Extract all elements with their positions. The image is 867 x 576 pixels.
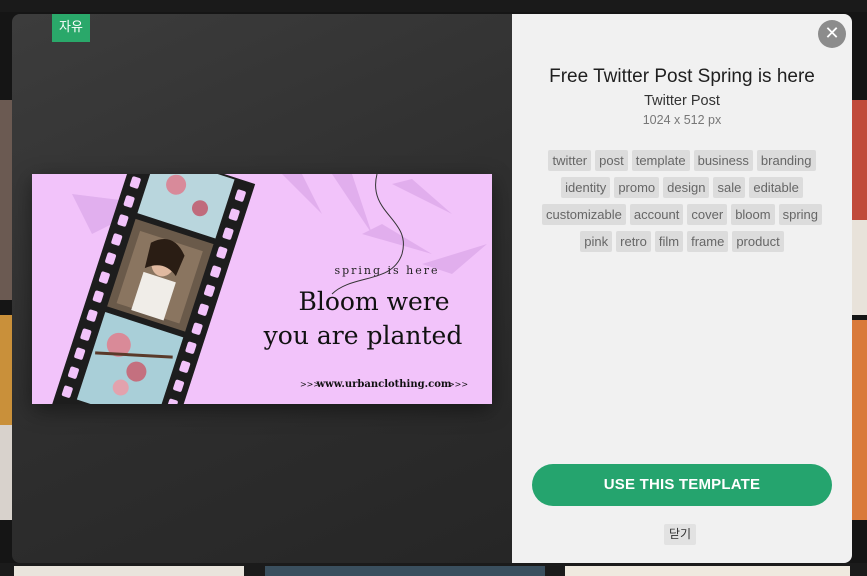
background-tile	[852, 220, 867, 315]
template-title: Free Twitter Post Spring is here	[549, 66, 815, 87]
tag[interactable]: spring	[778, 204, 823, 225]
background-header	[0, 0, 867, 12]
background-tile	[265, 566, 545, 576]
tag[interactable]: sale	[713, 177, 746, 198]
tag[interactable]: account	[629, 204, 684, 225]
tag[interactable]: product	[732, 231, 784, 252]
preview-pane: 자유 spring is here Bloom were you are pla…	[12, 14, 512, 563]
tag[interactable]: promo	[614, 177, 660, 198]
close-icon[interactable]: ✕	[818, 20, 846, 48]
template-dimensions: 1024 x 512 px	[642, 113, 722, 127]
background-tile	[565, 566, 850, 576]
tag[interactable]: business	[693, 150, 753, 171]
template-type: Twitter Post	[644, 93, 720, 109]
preview-url-right-arrows: >>>	[448, 380, 468, 389]
tag[interactable]: pink	[580, 231, 613, 252]
tag[interactable]: twitter	[548, 150, 592, 171]
tag-list: twitter post template business branding …	[534, 150, 830, 252]
tag[interactable]: cover	[687, 204, 728, 225]
template-preview-image: spring is here Bloom were you are plante…	[32, 174, 492, 404]
tag[interactable]: design	[663, 177, 710, 198]
tag[interactable]: branding	[756, 150, 816, 171]
tag[interactable]: retro	[616, 231, 651, 252]
preview-headline-line2: you are planted	[263, 321, 463, 350]
tag[interactable]: post	[595, 150, 628, 171]
free-badge: 자유	[52, 14, 90, 42]
tag[interactable]: film	[654, 231, 684, 252]
close-button[interactable]: 닫기	[664, 524, 697, 545]
preview-url: www.urbanclothing.com	[316, 379, 452, 390]
background-tile	[852, 100, 867, 220]
background-tile	[852, 320, 867, 520]
tag[interactable]: customizable	[541, 204, 626, 225]
template-info-pane: ✕ Free Twitter Post Spring is here Twitt…	[512, 14, 852, 563]
tag[interactable]: template	[631, 150, 690, 171]
tag[interactable]: identity	[561, 177, 611, 198]
tag[interactable]: frame	[687, 231, 729, 252]
template-modal: 자유 spring is here Bloom were you are pla…	[12, 14, 852, 563]
use-template-button[interactable]: USE THIS TEMPLATE	[532, 464, 832, 506]
preview-headline-line1: Bloom were	[298, 287, 449, 316]
template-preview-svg: spring is here Bloom were you are plante…	[32, 174, 492, 404]
preview-kicker: spring is here	[334, 264, 439, 277]
background-tile	[14, 566, 244, 576]
tag[interactable]: editable	[749, 177, 803, 198]
tag[interactable]: bloom	[731, 204, 775, 225]
